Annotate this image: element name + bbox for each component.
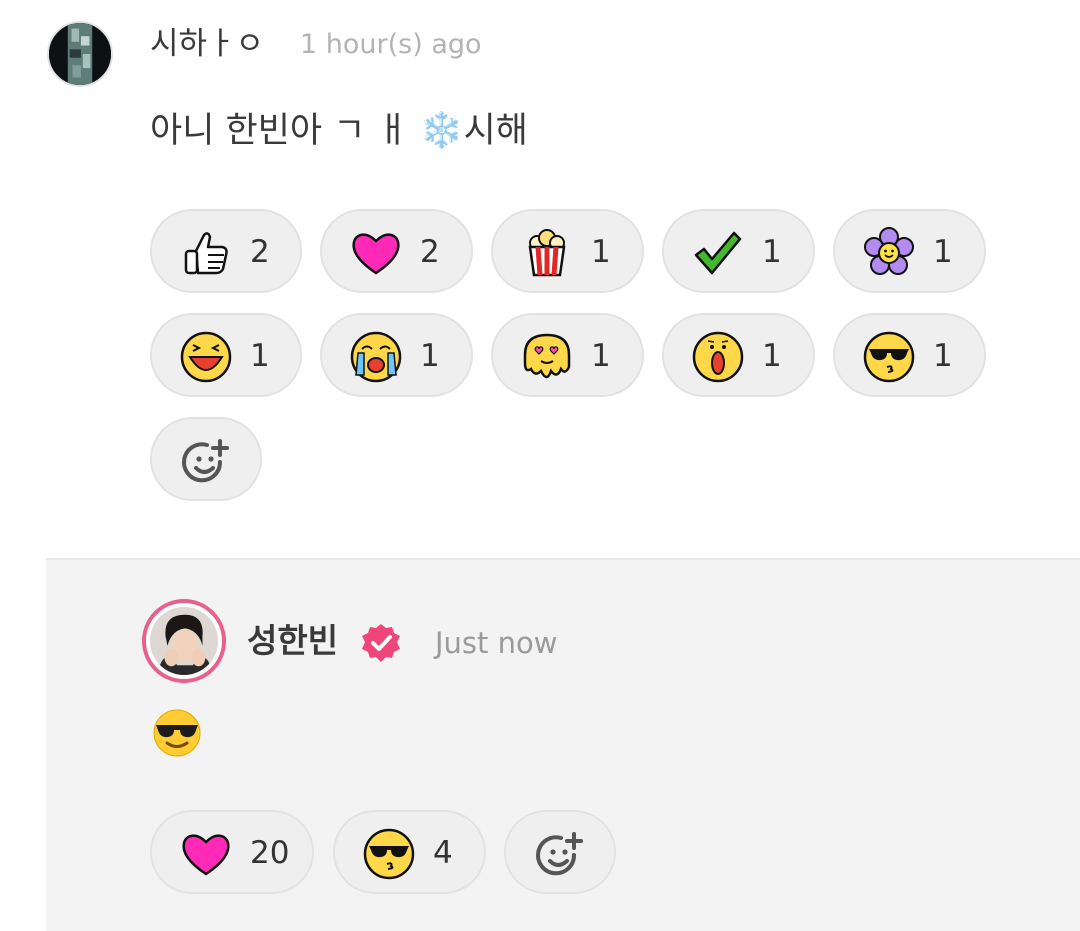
popcorn-icon <box>519 225 575 281</box>
reply-username[interactable]: 성한빈 <box>247 620 338 662</box>
reaction-count: 4 <box>433 835 453 871</box>
reply-reaction-heart[interactable]: 20 <box>150 810 314 894</box>
shocked-face-icon <box>690 329 746 385</box>
thumbs-up-icon <box>178 225 234 281</box>
reaction-crying[interactable]: 1 <box>320 313 473 397</box>
comment-timestamp: 1 hour(s) ago <box>300 29 482 60</box>
purple-flower-icon <box>861 225 917 281</box>
pink-heart-icon <box>348 225 404 281</box>
sunglasses-kiss-face-icon <box>361 826 417 882</box>
commenter-avatar[interactable] <box>47 21 113 87</box>
reply-timestamp: Just now <box>435 626 558 660</box>
reply-avatar[interactable] <box>142 599 226 683</box>
comment-text: 아니 한빈아 ㄱ ㅐ ❄️시해 <box>150 111 528 151</box>
reaction-thumbs-up[interactable]: 2 <box>150 209 302 293</box>
pink-heart-icon <box>178 826 234 882</box>
reaction-cool-kiss[interactable]: 1 <box>833 313 986 397</box>
melting-heart-eyes-icon <box>519 329 575 385</box>
reply-add-reaction-button[interactable] <box>504 810 616 894</box>
reaction-count: 2 <box>420 234 440 270</box>
reaction-count: 2 <box>250 234 270 270</box>
commenter-username[interactable]: 시하ㅏㅇ <box>150 24 264 64</box>
reaction-popcorn[interactable]: 1 <box>491 209 644 293</box>
reaction-laughing[interactable]: 1 <box>150 313 302 397</box>
reaction-count: 20 <box>250 835 290 871</box>
reply-text <box>152 708 202 758</box>
crying-face-icon <box>348 329 404 385</box>
add-reaction-icon <box>534 830 586 882</box>
add-reaction-icon <box>180 437 232 489</box>
reaction-count: 1 <box>933 234 953 270</box>
reaction-count: 1 <box>420 338 440 374</box>
green-check-icon <box>690 225 746 281</box>
reaction-count: 1 <box>933 338 953 374</box>
reaction-count: 1 <box>762 338 782 374</box>
verified-badge-icon <box>360 622 402 664</box>
reaction-count: 1 <box>591 338 611 374</box>
reaction-flower[interactable]: 1 <box>833 209 986 293</box>
sunglasses-kiss-face-icon <box>861 329 917 385</box>
laughing-face-icon <box>178 329 234 385</box>
reaction-melting-love[interactable]: 1 <box>491 313 644 397</box>
add-reaction-button[interactable] <box>150 417 262 501</box>
reaction-count: 1 <box>762 234 782 270</box>
reaction-heart[interactable]: 2 <box>320 209 473 293</box>
reply-reaction-cool-kiss[interactable]: 4 <box>333 810 486 894</box>
sunglasses-emoji-icon <box>153 709 201 757</box>
reaction-count: 1 <box>250 338 270 374</box>
reaction-shocked[interactable]: 1 <box>662 313 815 397</box>
reaction-count: 1 <box>591 234 611 270</box>
reaction-check[interactable]: 1 <box>662 209 815 293</box>
